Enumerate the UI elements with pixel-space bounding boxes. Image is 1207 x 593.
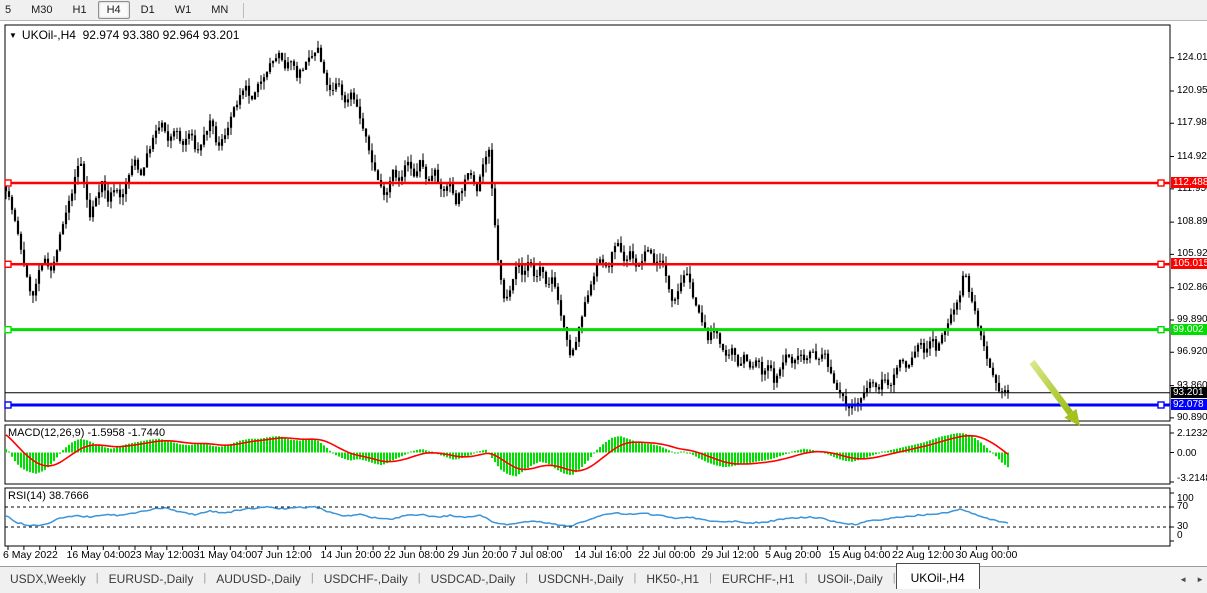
x-axis-date-label: 22 Jun 08:00: [384, 549, 445, 561]
price-level-tag[interactable]: 93.201: [1171, 387, 1207, 398]
tab-scroll-right-icon[interactable]: ►: [1196, 575, 1204, 584]
macd-axis-tick: 0.00: [1177, 448, 1196, 459]
x-axis-date-label: 5 Aug 20:00: [765, 549, 821, 561]
chart-tab[interactable]: USDX,Weekly: [0, 567, 96, 589]
toolbar-divider: [243, 3, 244, 18]
macd-axis-tick: -3.2148: [1177, 473, 1207, 484]
chart-tab[interactable]: EURUSD-,Daily: [99, 567, 204, 589]
timeframe-button-mn[interactable]: MN: [202, 1, 237, 19]
price-level-tag[interactable]: 92.078: [1171, 399, 1207, 410]
price-axis-tick: 124.010: [1177, 52, 1207, 63]
timeframe-toolbar: 5M30H1H4D1W1MN: [0, 0, 1207, 21]
price-axis-tick: 90.890: [1177, 412, 1207, 423]
trend-arrow-annotation[interactable]: [1032, 362, 1080, 426]
rsi-label: RSI(14) 38.7666: [8, 490, 89, 502]
timeframe-button-5[interactable]: 5: [1, 1, 20, 19]
timeframe-button-d1[interactable]: D1: [132, 1, 164, 19]
chart-canvas[interactable]: [0, 0, 1207, 593]
rsi-axis-tick: 0: [1177, 530, 1183, 541]
chart-tab[interactable]: USDCHF-,Daily: [314, 567, 418, 589]
chart-tab[interactable]: EURCHF-,H1: [712, 567, 805, 589]
macd-indicator: [6, 433, 1008, 476]
chart-tab[interactable]: AUDUSD-,Daily: [206, 567, 311, 589]
chart-title: ▼ UKOil-,H4 92.974 93.380 92.964 93.201: [9, 28, 239, 42]
chart-tab-bar: USDX,Weekly|EURUSD-,Daily|AUDUSD-,Daily|…: [0, 566, 1207, 593]
price-axis-tick: 96.920: [1177, 346, 1207, 357]
x-axis-date-label: 6 May 2022: [3, 549, 58, 561]
price-level-tag[interactable]: 112.488: [1171, 177, 1207, 188]
x-axis-date-label: 14 Jul 16:00: [575, 549, 632, 561]
x-axis-date-label: 15 Aug 04:00: [829, 549, 891, 561]
macd-values: -1.5958 -1.7440: [87, 427, 165, 439]
x-axis-date-label: 31 May 04:00: [194, 549, 258, 561]
rsi-name: RSI(14): [8, 490, 46, 502]
candlestick-series: [6, 41, 1008, 416]
rsi-value: 38.7666: [49, 490, 89, 502]
timeframe-button-m30[interactable]: M30: [22, 1, 61, 19]
chart-tab[interactable]: HK50-,H1: [636, 567, 709, 589]
macd-axis-tick: 2.1232: [1177, 428, 1207, 439]
x-axis-date-label: 22 Aug 12:00: [892, 549, 954, 561]
symbol-dropdown-icon[interactable]: ▼: [9, 31, 17, 40]
price-axis-tick: 114.920: [1177, 151, 1207, 162]
chart-ohlc-values: 92.974 93.380 92.964 93.201: [83, 28, 240, 42]
tab-scroll-left-icon[interactable]: ◄: [1179, 575, 1187, 584]
rsi-indicator: [5, 507, 1170, 528]
chart-tab[interactable]: USDCAD-,Daily: [421, 567, 526, 589]
axis-tick-marks: [8, 58, 1174, 550]
price-level-tag[interactable]: 105.015: [1171, 258, 1207, 269]
price-axis-tick: 117.980: [1177, 117, 1207, 128]
mt4-chart-window: { "toolbar": { "timeframes": ["5","M30",…: [0, 0, 1207, 593]
price-axis-tick: 102.860: [1177, 282, 1207, 293]
rsi-axis-tick: 70: [1177, 501, 1188, 512]
macd-name: MACD(12,26,9): [8, 427, 84, 439]
chart-tab[interactable]: UKOil-,H4: [896, 563, 980, 589]
x-axis-date-label: 22 Jul 00:00: [638, 549, 695, 561]
x-axis-date-label: 29 Jun 20:00: [448, 549, 509, 561]
x-axis-date-label: 30 Aug 00:00: [956, 549, 1018, 561]
chart-symbol-period: UKOil-,H4: [22, 28, 76, 42]
macd-label: MACD(12,26,9) -1.5958 -1.7440: [8, 427, 165, 439]
timeframe-button-h1[interactable]: H1: [64, 1, 96, 19]
chart-tab[interactable]: USOil-,Daily: [807, 567, 892, 589]
x-axis-date-label: 16 May 04:00: [67, 549, 131, 561]
chart-tab[interactable]: USDCNH-,Daily: [528, 567, 633, 589]
price-axis-tick: 120.950: [1177, 85, 1207, 96]
timeframe-button-w1[interactable]: W1: [166, 1, 201, 19]
x-axis-date-label: 14 Jun 20:00: [321, 549, 382, 561]
x-axis-date-label: 23 May 12:00: [130, 549, 194, 561]
x-axis-date-label: 7 Jul 08:00: [511, 549, 562, 561]
x-axis-date-label: 7 Jun 12:00: [257, 549, 312, 561]
x-axis-date-label: 29 Jul 12:00: [702, 549, 759, 561]
price-level-tag[interactable]: 99.002: [1171, 324, 1207, 335]
price-axis-tick: 108.890: [1177, 216, 1207, 227]
timeframe-button-h4[interactable]: H4: [98, 1, 130, 19]
